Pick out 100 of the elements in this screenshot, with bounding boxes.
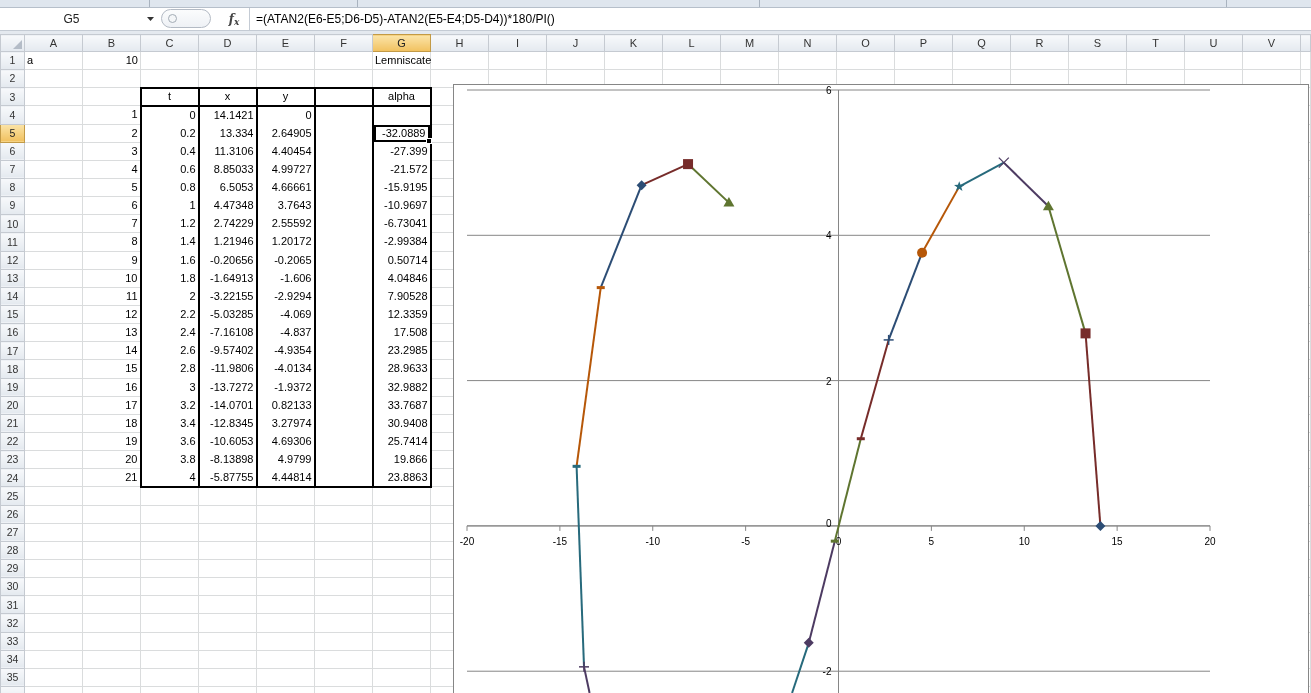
column-header[interactable]: V xyxy=(1242,34,1301,52)
column-header[interactable]: U xyxy=(1184,34,1243,52)
column-header[interactable]: M xyxy=(720,34,779,52)
sheet-cell: 17.508 xyxy=(372,323,431,342)
column-header[interactable]: C xyxy=(140,34,199,52)
y-tick-label: 4 xyxy=(825,230,832,242)
sheet-cell: 2.6 xyxy=(140,341,199,360)
sheet-cell: 4.04846 xyxy=(372,269,431,288)
sheet-cell: 0 xyxy=(140,105,199,125)
sheet-cell: 4.69306 xyxy=(256,432,315,451)
sheet-cell: y xyxy=(256,87,315,106)
triangle-icon xyxy=(13,39,22,49)
sheet-cell: 1.4 xyxy=(140,232,199,252)
sheet-cell: -8.13898 xyxy=(198,450,257,469)
sheet-cell: -1.606 xyxy=(256,269,315,288)
column-header[interactable]: E xyxy=(256,34,315,52)
column-header[interactable]: G xyxy=(372,34,431,52)
sheet-cell: -9.57402 xyxy=(198,341,257,360)
sheet-cell: 1.2 xyxy=(140,214,199,233)
column-header[interactable]: P xyxy=(894,34,953,52)
column-header[interactable]: O xyxy=(836,34,895,52)
x-tick-label: 20 xyxy=(1204,535,1216,547)
sheet-cell: -10.9697 xyxy=(372,196,431,215)
sheet-cell: 3.6 xyxy=(140,432,199,451)
sheet-cell: -1.9372 xyxy=(256,378,315,397)
sheet-cell: 3 xyxy=(140,378,199,397)
column-header[interactable]: J xyxy=(546,34,605,52)
y-tick-label: -2 xyxy=(822,666,832,678)
column-header[interactable]: H xyxy=(430,34,489,52)
x-tick-label: -20 xyxy=(459,535,475,547)
sheet-cell: 28.9633 xyxy=(372,359,431,379)
sheet-cell: 1.8 xyxy=(140,269,199,288)
column-header[interactable]: N xyxy=(778,34,837,52)
sheet-cell: 3.27974 xyxy=(256,414,315,433)
sheet-cell: 14.1421 xyxy=(198,105,257,125)
sheet-cell: -7.16108 xyxy=(198,323,257,342)
sheet-cell: 2.8 xyxy=(140,359,199,379)
sheet-cell: 1 xyxy=(140,196,199,215)
sheet-cell: -2.99384 xyxy=(372,232,431,252)
sheet-cell: 25.7414 xyxy=(372,432,431,451)
sheet-cell: 3.2 xyxy=(140,396,199,415)
sheet-cell: 1.20172 xyxy=(256,232,315,252)
column-header[interactable]: B xyxy=(82,34,141,52)
sheet-cell: -21.572 xyxy=(372,160,431,179)
column-header[interactable]: I xyxy=(488,34,547,52)
sheet-cell: -2.9294 xyxy=(256,287,315,306)
sheet-cell: 2 xyxy=(140,287,199,306)
sheet-cell: 8.85033 xyxy=(198,160,257,179)
column-header[interactable]: R xyxy=(1010,34,1069,52)
sheet-cell: 1.21946 xyxy=(198,232,257,252)
fill-handle[interactable] xyxy=(425,137,432,144)
column-header[interactable]: L xyxy=(662,34,721,52)
name-box[interactable]: G5 xyxy=(0,8,143,30)
column-header[interactable]: D xyxy=(198,34,257,52)
sheet-cell: 2.55592 xyxy=(256,214,315,233)
sheet-cell: -27.399 xyxy=(372,142,431,161)
sheet-cell: 6.5053 xyxy=(198,178,257,197)
sheet-cell: t xyxy=(140,87,199,106)
sheet-cell: -10.6053 xyxy=(198,432,257,451)
sheet-cell: 1.6 xyxy=(140,251,199,270)
column-header[interactable]: Q xyxy=(952,34,1011,52)
column-header[interactable]: F xyxy=(314,34,373,52)
column-header[interactable]: T xyxy=(1126,34,1185,52)
sheet-cell: -0.20656 xyxy=(198,251,257,270)
sheet-cell: 2.4 xyxy=(140,323,199,342)
sheet-cell: 11.3106 xyxy=(198,142,257,161)
y-tick-label: 0 xyxy=(825,517,832,529)
sheet-cell: -0.2065 xyxy=(256,251,315,270)
sheet-cell: -4.837 xyxy=(256,323,315,342)
sheet-cell: 23.8863 xyxy=(372,468,431,487)
column-header[interactable]: S xyxy=(1068,34,1127,52)
formula-field[interactable]: =(ATAN2(E6-E5;D6-D5)-ATAN2(E5-E4;D5-D4))*180/PI() xyxy=(249,8,1311,30)
sheet-cell: 7.90528 xyxy=(372,287,431,306)
sheet-cell: 2.2 xyxy=(140,305,199,324)
sheet-cell: -11.9806 xyxy=(198,359,257,379)
sheet-cell: -5.03285 xyxy=(198,305,257,324)
sheet-cell: 0.2 xyxy=(140,124,199,143)
sheet-cell: -5.87755 xyxy=(198,468,257,487)
sheet-cell: 23.2985 xyxy=(372,341,431,360)
sheet-cell: -3.22155 xyxy=(198,287,257,306)
sheet-cell: 13.334 xyxy=(198,124,257,143)
sheet-cell: 32.9882 xyxy=(372,378,431,397)
sheet-cell: -13.7272 xyxy=(198,378,257,397)
x-tick-label: 5 xyxy=(928,535,935,547)
sheet-cell: 3.7643 xyxy=(256,196,315,215)
sheet-cell: -12.8345 xyxy=(198,414,257,433)
sheet-cell: 4.40454 xyxy=(256,142,315,161)
sheet-cell: 2.64905 xyxy=(256,124,315,143)
sheet-cell: 12.3359 xyxy=(372,305,431,324)
sheet-cell: 3.8 xyxy=(140,450,199,469)
sheet-cell: 33.7687 xyxy=(372,396,431,415)
x-tick-label: -10 xyxy=(645,535,660,547)
sheet-cell: -6.73041 xyxy=(372,214,431,233)
column-header[interactable]: A xyxy=(24,34,83,52)
column-header[interactable]: K xyxy=(604,34,663,52)
sheet-cell: -14.0701 xyxy=(198,396,257,415)
circle-icon xyxy=(168,14,177,23)
sheet-cell: 4.47348 xyxy=(198,196,257,215)
sheet-cell: 4.9799 xyxy=(256,450,315,469)
sheet-cell: alpha xyxy=(372,87,431,106)
